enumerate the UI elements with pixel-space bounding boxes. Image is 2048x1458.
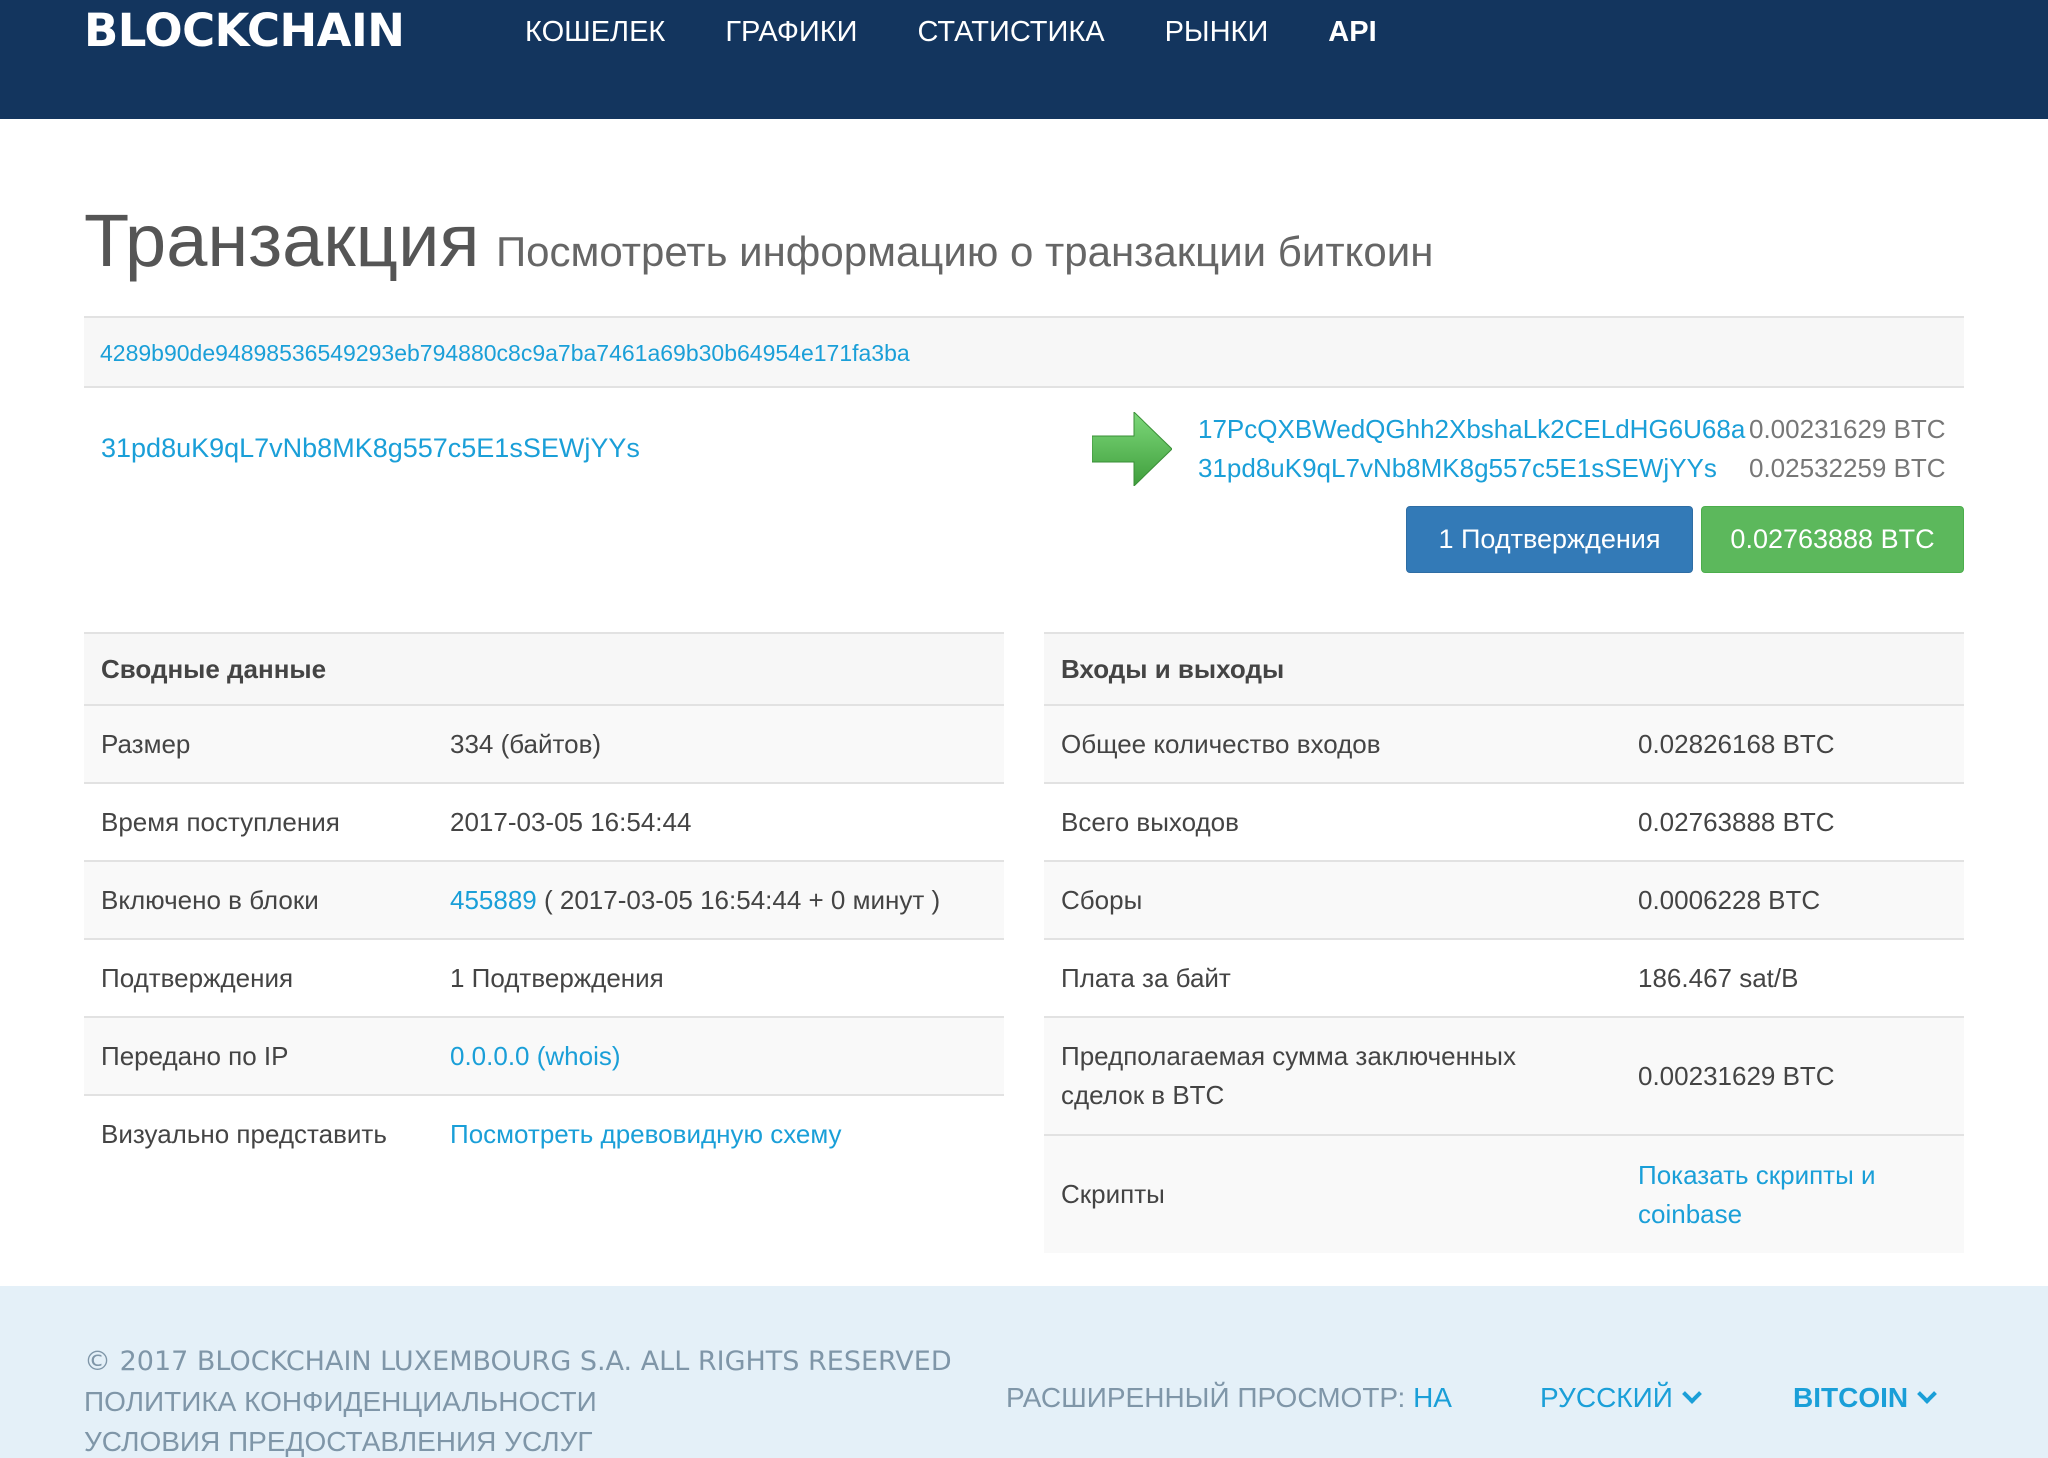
row-label: Скрипты	[1044, 1135, 1621, 1253]
tx-output-address[interactable]: 31pd8uK9qL7vNb8MK8g557c5E1sSEWjYYs	[1198, 453, 1717, 483]
row-value: 0.02763888 BTC	[1621, 783, 1964, 862]
row-value: 1 Подтверждения	[433, 939, 1004, 1018]
row-value: 2017-03-05 16:54:44	[433, 783, 1004, 862]
row-label: Визуально представить	[101, 1119, 387, 1149]
tx-body: 31pd8uK9qL7vNb8MK8g557c5E1sSEWjYYs 17PcQ…	[84, 388, 1964, 588]
row-label: Включено в блоки	[84, 861, 433, 940]
table-row: Включено в блоки 455889 ( 2017-03-05 16:…	[84, 861, 1004, 940]
table-row: Всего выходов 0.02763888 BTC	[1044, 783, 1964, 862]
tx-input-address[interactable]: 31pd8uK9qL7vNb8MK8g557c5E1sSEWjYYs	[101, 433, 640, 464]
table-row: Скрипты Показать скрипты и coinbase	[1044, 1135, 1964, 1253]
nav-charts[interactable]: ГРАФИКИ	[725, 16, 857, 49]
nav-stats[interactable]: СТАТИСТИКА	[917, 16, 1104, 49]
summary-table: Сводные данные Размер 334 (байтов) Время…	[84, 632, 1004, 1173]
row-label: Сборы	[1044, 861, 1621, 940]
summary-heading: Сводные данные	[84, 632, 1004, 706]
row-value: 334 (байтов)	[433, 705, 1004, 784]
table-row: Передано по IP 0.0.0.0 (whois)	[84, 1017, 1004, 1096]
table-row: Размер 334 (байтов)	[84, 705, 1004, 784]
advanced-view-label: РАСШИРЕННЫЙ ПРОСМОТР:	[1006, 1382, 1406, 1413]
nav-api[interactable]: API	[1328, 16, 1376, 49]
currency-dropdown[interactable]: BITCOIN	[1793, 1382, 1938, 1414]
show-scripts-link[interactable]: Показать скрипты и coinbase	[1638, 1160, 1876, 1229]
table-row: Плата за байт 186.467 sat/B	[1044, 939, 1964, 1018]
arrow-right-icon	[1092, 412, 1172, 486]
footer-links: © 2017 BLOCKCHAIN LUXEMBOURG S.A. ALL RI…	[84, 1342, 952, 1458]
tx-output-address[interactable]: 17PcQXBWedQGhh2XbshaLk2CELdHG6U68a	[1198, 414, 1745, 444]
io-heading: Входы и выходы	[1044, 632, 1964, 706]
total-amount-button[interactable]: 0.02763888 BTC	[1701, 506, 1964, 573]
table-row: Время поступления 2017-03-05 16:54:44	[84, 783, 1004, 862]
row-label: Размер	[84, 705, 433, 784]
privacy-link[interactable]: ПОЛИТИКА КОНФИДЕНЦИАЛЬНОСТИ	[84, 1386, 597, 1417]
tx-output-amount: 0.00231629 BTC	[1749, 414, 1946, 444]
chevron-down-icon	[1681, 1384, 1702, 1404]
table-row: Сборы 0.0006228 BTC	[1044, 861, 1964, 940]
row-value: 0.00231629 BTC	[1621, 1017, 1964, 1136]
nav-markets[interactable]: РЫНКИ	[1165, 16, 1269, 49]
row-value: Посмотреть древовидную схему	[433, 1095, 1004, 1173]
terms-link[interactable]: УСЛОВИЯ ПРЕДОСТАВЛЕНИЯ УСЛУГ	[84, 1426, 593, 1457]
table-row: Визуально представить Посмотреть древови…	[84, 1095, 1004, 1173]
copyright: © 2017 BLOCKCHAIN LUXEMBOURG S.A. ALL RI…	[84, 1346, 952, 1377]
language-label: РУССКИЙ	[1540, 1382, 1673, 1413]
brand-logo[interactable]: BLOCKCHAIN	[84, 4, 405, 57]
row-value: 0.02826168 BTC	[1621, 705, 1964, 784]
table-row: Общее количество входов 0.02826168 BTC	[1044, 705, 1964, 784]
tx-output-row: 31pd8uK9qL7vNb8MK8g557c5E1sSEWjYYs 0.025…	[1198, 453, 1946, 484]
row-label: Общее количество входов	[1044, 705, 1621, 784]
main-nav: КОШЕЛЕК ГРАФИКИ СТАТИСТИКА РЫНКИ API	[525, 16, 1437, 49]
io-table: Входы и выходы Общее количество входов 0…	[1044, 632, 1964, 1253]
advanced-view-toggle[interactable]: НА	[1413, 1382, 1452, 1413]
relayed-ip-link[interactable]: 0.0.0.0 (whois)	[450, 1041, 621, 1071]
currency-label: BITCOIN	[1793, 1382, 1909, 1413]
row-label: Плата за байт	[1044, 939, 1621, 1018]
tx-output-amount: 0.02532259 BTC	[1749, 453, 1946, 483]
row-label: Подтверждения	[84, 939, 433, 1018]
block-link[interactable]: 455889	[450, 885, 537, 915]
footer: © 2017 BLOCKCHAIN LUXEMBOURG S.A. ALL RI…	[0, 1286, 2048, 1458]
language-dropdown[interactable]: РУССКИЙ	[1540, 1382, 1702, 1414]
row-value: 455889 ( 2017-03-05 16:54:44 + 0 минут )	[433, 861, 1004, 940]
confirmations-button[interactable]: 1 Подтверждения	[1406, 506, 1693, 573]
tx-hash-link[interactable]: 4289b90de94898536549293eb794880c8c9a7ba7…	[100, 340, 910, 367]
page-subtitle: Посмотреть информацию о транзакции битко…	[495, 228, 1434, 275]
page-title: Транзакция	[84, 199, 480, 282]
nav-wallet[interactable]: КОШЕЛЕК	[525, 16, 665, 49]
row-label: Предполагаемая сумма заключенных сделок …	[1044, 1017, 1621, 1136]
block-time: ( 2017-03-05 16:54:44 + 0 минут )	[536, 884, 941, 915]
row-value: 186.467 sat/B	[1621, 939, 1964, 1018]
row-label: Время поступления	[84, 783, 433, 862]
tx-hash-row: 4289b90de94898536549293eb794880c8c9a7ba7…	[84, 316, 1964, 388]
chevron-down-icon	[1917, 1384, 1938, 1404]
tx-output-row: 17PcQXBWedQGhh2XbshaLk2CELdHG6U68a 0.002…	[1198, 414, 1946, 445]
row-value: Показать скрипты и coinbase	[1621, 1135, 1964, 1253]
tree-chart-link[interactable]: Посмотреть древовидную схему	[450, 1119, 842, 1149]
row-value: 0.0.0.0 (whois)	[433, 1017, 1004, 1096]
page-header: Транзакция Посмотреть информацию о транз…	[84, 198, 1433, 283]
row-label: Всего выходов	[1044, 783, 1621, 862]
table-row: Подтверждения 1 Подтверждения	[84, 939, 1004, 1018]
advanced-view: РАСШИРЕННЫЙ ПРОСМОТР: НА	[1006, 1382, 1452, 1414]
row-label: Передано по IP	[84, 1017, 433, 1096]
table-row: Предполагаемая сумма заключенных сделок …	[1044, 1017, 1964, 1136]
row-value: 0.0006228 BTC	[1621, 861, 1964, 940]
navbar: BLOCKCHAIN КОШЕЛЕК ГРАФИКИ СТАТИСТИКА РЫ…	[0, 0, 2048, 119]
